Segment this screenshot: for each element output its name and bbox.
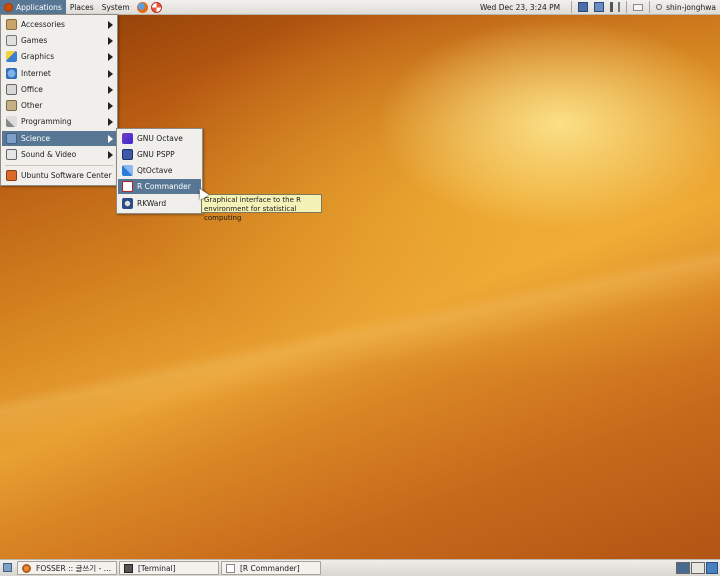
menu-item-label: Games — [21, 36, 48, 45]
graphics-icon — [6, 51, 17, 62]
menu-item-label: Office — [21, 85, 43, 94]
submenu-arrow-icon — [108, 117, 113, 126]
menu-item-qtoctave[interactable]: QtOctave — [118, 163, 201, 178]
power-icon[interactable] — [656, 4, 663, 10]
task-button-r-commander[interactable]: [R Commander] — [221, 561, 321, 575]
terminal-icon — [124, 563, 133, 573]
workspace-2[interactable] — [691, 562, 705, 574]
menu-item-label: RKWard — [137, 199, 167, 208]
browser-icon — [22, 563, 31, 573]
task-button-terminal[interactable]: [Terminal] — [119, 561, 219, 575]
menu-separator — [5, 165, 113, 166]
menu-item-gnu-pspp[interactable]: GNU PSPP — [118, 147, 201, 162]
menu-item-label: R Commander — [137, 182, 191, 191]
submenu-arrow-icon — [108, 69, 113, 78]
programming-icon — [6, 116, 17, 127]
applications-menu-label: Applications — [16, 2, 62, 12]
task-button-fosser[interactable]: FOSSER :: 글쓰기 - … — [17, 561, 117, 575]
user-name[interactable]: shin-jonghwa — [665, 3, 720, 12]
qtoctave-icon — [122, 165, 133, 176]
menu-item-science[interactable]: Science — [2, 131, 116, 146]
applications-menu-button[interactable]: Applications — [0, 0, 66, 14]
system-menu-label: System — [101, 2, 130, 12]
office-icon — [6, 84, 17, 95]
speaker-icon[interactable] — [610, 2, 621, 12]
task-label: [R Commander] — [240, 563, 300, 573]
other-icon — [6, 100, 17, 111]
places-menu-label: Places — [69, 2, 94, 12]
menu-item-accessories[interactable]: Accessories — [2, 17, 116, 32]
menu-item-label: Ubuntu Software Center — [21, 171, 112, 180]
menu-item-label: Other — [21, 101, 43, 110]
menu-item-label: GNU Octave — [137, 134, 183, 143]
menu-item-gnu-octave[interactable]: GNU Octave — [118, 131, 201, 146]
menu-item-sound-video[interactable]: Sound & Video — [2, 147, 116, 162]
submenu-arrow-icon — [108, 52, 113, 61]
menu-item-label: Science — [21, 134, 51, 143]
submenu-arrow-icon — [108, 20, 113, 29]
menu-item-games[interactable]: Games — [2, 33, 116, 48]
menu-item-label: Internet — [21, 69, 51, 78]
sound-video-icon — [6, 149, 17, 160]
tray-separator — [626, 1, 628, 13]
submenu-arrow-icon — [108, 101, 113, 110]
network-icon[interactable] — [578, 2, 589, 12]
clock[interactable]: Wed Dec 23, 3:24 PM — [476, 3, 568, 12]
menu-item-software-center[interactable]: Ubuntu Software Center — [2, 168, 116, 183]
tooltip-line-2: environment for statistical computing — [204, 205, 297, 222]
help-icon[interactable] — [150, 1, 162, 13]
applications-menu: Accessories Games Graphics Internet Offi… — [0, 14, 118, 186]
submenu-arrow-icon — [108, 85, 113, 94]
games-icon — [6, 35, 17, 46]
menu-item-label: GNU PSPP — [137, 150, 175, 159]
workspace-1[interactable] — [676, 562, 690, 574]
menu-item-r-commander[interactable]: R Commander — [118, 179, 201, 194]
menu-item-label: Graphics — [21, 52, 55, 61]
firefox-icon[interactable] — [136, 1, 148, 13]
window-icon — [226, 563, 235, 573]
menu-item-label: Accessories — [21, 20, 65, 29]
show-desktop-icon[interactable] — [3, 563, 12, 572]
bottom-panel: FOSSER :: 글쓰기 - … [Terminal] [R Commande… — [0, 559, 720, 576]
system-menu-button[interactable]: System — [98, 0, 134, 14]
menu-item-office[interactable]: Office — [2, 82, 116, 97]
menu-item-label: QtOctave — [137, 166, 173, 175]
tray-separator — [571, 1, 573, 13]
menu-item-programming[interactable]: Programming — [2, 114, 116, 129]
trash-icon[interactable] — [706, 562, 718, 574]
mail-icon[interactable] — [633, 3, 644, 11]
task-label: [Terminal] — [138, 563, 176, 573]
internet-icon — [6, 68, 17, 79]
menu-item-label: Sound & Video — [21, 150, 77, 159]
task-label: FOSSER :: 글쓰기 - … — [36, 563, 112, 573]
science-submenu: GNU Octave GNU PSPP QtOctave R Commander… — [116, 128, 203, 214]
menu-item-internet[interactable]: Internet — [2, 66, 116, 81]
menu-item-other[interactable]: Other — [2, 98, 116, 113]
science-icon — [6, 133, 17, 144]
menu-item-rkward[interactable]: RKWard — [118, 196, 201, 211]
top-panel-right: Wed Dec 23, 3:24 PM shin-jonghwa — [476, 0, 720, 14]
octave-icon — [122, 133, 133, 144]
display-icon[interactable] — [594, 2, 605, 12]
pspp-icon — [122, 149, 133, 160]
menu-item-graphics[interactable]: Graphics — [2, 49, 116, 64]
tooltip-line-1: Graphical interface to the R — [204, 196, 301, 204]
top-panel: Applications Places System Wed Dec 23, 3… — [0, 0, 720, 15]
places-menu-button[interactable]: Places — [66, 0, 98, 14]
menu-item-label: Programming — [21, 117, 72, 126]
tooltip: Graphical interface to the R environment… — [201, 194, 322, 222]
submenu-arrow-icon — [108, 36, 113, 45]
submenu-arrow-icon — [108, 134, 113, 143]
r-commander-icon — [122, 181, 133, 192]
submenu-arrow-icon — [108, 150, 113, 159]
accessories-icon — [6, 19, 17, 30]
rkward-icon — [122, 198, 133, 209]
software-center-icon — [6, 170, 17, 181]
ubuntu-logo-icon — [4, 2, 13, 12]
tray-separator — [649, 1, 651, 13]
